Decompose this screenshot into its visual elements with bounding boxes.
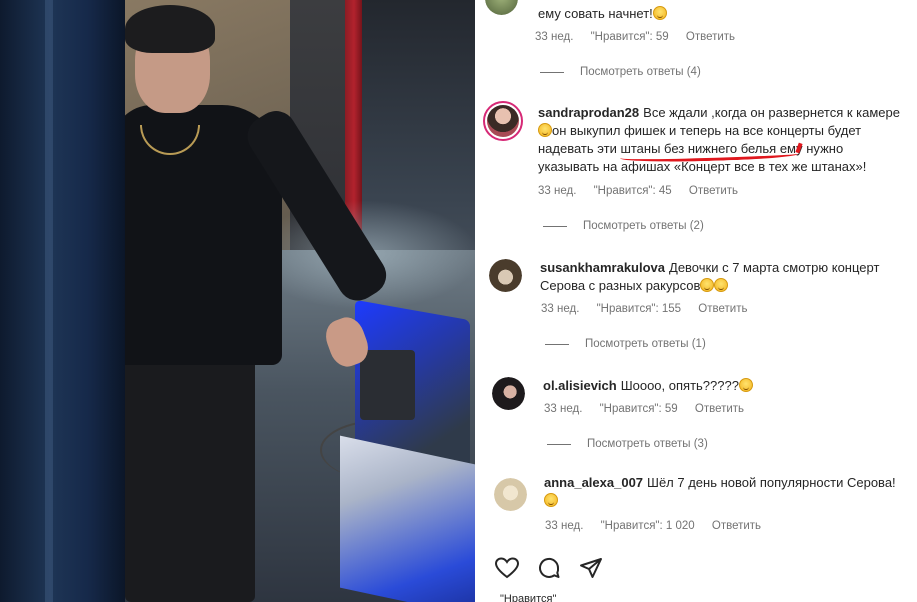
like-count[interactable]: "Нравится": 59	[591, 31, 669, 43]
reply-button[interactable]: Ответить	[712, 520, 761, 532]
speaker-case	[340, 435, 475, 602]
like-count[interactable]: "Нравится": 59	[600, 403, 678, 415]
person-hair	[125, 5, 215, 53]
comment-icon[interactable]	[536, 555, 562, 581]
view-replies-button[interactable]: Посмотреть ответы (1)	[545, 338, 706, 350]
comment-meta: 33 нед. "Нравится": 59 Ответить	[535, 31, 749, 43]
avatar[interactable]	[494, 478, 527, 511]
divider-line	[540, 71, 564, 73]
comment-age: 33 нед.	[544, 403, 583, 415]
avatar[interactable]	[483, 101, 523, 141]
comment-age: 33 нед.	[545, 520, 584, 532]
like-count[interactable]: "Нравится": 1 020	[601, 520, 695, 532]
surprised-emoji-icon	[738, 378, 753, 392]
view-replies-label: Посмотреть ответы (3)	[587, 438, 708, 450]
comment-meta: 33 нед. "Нравится": 45 Ответить	[538, 185, 752, 197]
comment-age: 33 нед.	[541, 303, 580, 315]
comment-text: sandraprodan28 Все ждали ,когда он развер…	[538, 105, 900, 174]
laughing-emoji-icon	[538, 123, 552, 137]
view-replies-button[interactable]: Посмотреть ответы (4)	[540, 66, 701, 78]
username[interactable]: anna_alexa_007	[544, 475, 643, 490]
view-replies-label: Посмотреть ответы (1)	[585, 338, 706, 350]
reply-button[interactable]: Ответить	[695, 403, 744, 415]
laughing-emoji-icon	[652, 6, 667, 20]
post-action-bar	[494, 555, 604, 581]
username[interactable]: susankhamrakulova	[540, 260, 665, 275]
laughing-emoji-icon	[714, 278, 729, 292]
curtain-fold	[45, 0, 53, 602]
reply-button[interactable]: Ответить	[686, 31, 735, 43]
username[interactable]: ol.alisievich	[543, 378, 617, 393]
likes-summary: "Нравится"	[500, 593, 557, 602]
comment-text: susankhamrakulova Девочки с 7 марта смотр…	[540, 260, 880, 293]
comment-text: ol.alisievich Шоооо, опять?????	[543, 377, 753, 395]
view-replies-button[interactable]: Посмотреть ответы (2)	[543, 220, 704, 232]
like-count[interactable]: "Нравится": 155	[597, 303, 682, 315]
view-replies-label: Посмотреть ответы (2)	[583, 220, 704, 232]
comments-panel[interactable]	[475, 0, 917, 602]
divider-line	[545, 343, 569, 345]
username[interactable]: sandraprodan28	[538, 105, 639, 120]
view-replies-button[interactable]: Посмотреть ответы (3)	[547, 438, 708, 450]
like-count[interactable]: "Нравится": 45	[594, 185, 672, 197]
divider-line	[547, 443, 571, 445]
person-legs	[125, 355, 255, 602]
comment-age: 33 нед.	[538, 185, 577, 197]
reply-button[interactable]: Ответить	[698, 303, 747, 315]
blue-curtain	[0, 0, 125, 602]
avatar[interactable]	[492, 377, 525, 410]
laughing-emoji-icon	[544, 493, 558, 507]
comment-age: 33 нед.	[535, 31, 574, 43]
reply-button[interactable]: Ответить	[689, 185, 738, 197]
avatar[interactable]	[489, 259, 522, 292]
comment-text: anna_alexa_007 Шёл 7 день новой популярно…	[544, 474, 916, 510]
divider-line	[543, 225, 567, 227]
laughing-emoji-icon	[700, 278, 715, 292]
heart-icon[interactable]	[494, 555, 520, 581]
video-frame[interactable]	[0, 0, 475, 602]
view-replies-label: Посмотреть ответы (4)	[580, 66, 701, 78]
share-icon[interactable]	[578, 555, 604, 581]
comment-text: ему совать начнет!	[538, 5, 667, 23]
comment-meta: 33 нед. "Нравится": 1 020 Ответить	[545, 520, 775, 532]
speaker-face	[360, 350, 415, 420]
comment-meta: 33 нед. "Нравится": 155 Ответить	[541, 303, 761, 315]
comment-meta: 33 нед. "Нравится": 59 Ответить	[544, 403, 758, 415]
